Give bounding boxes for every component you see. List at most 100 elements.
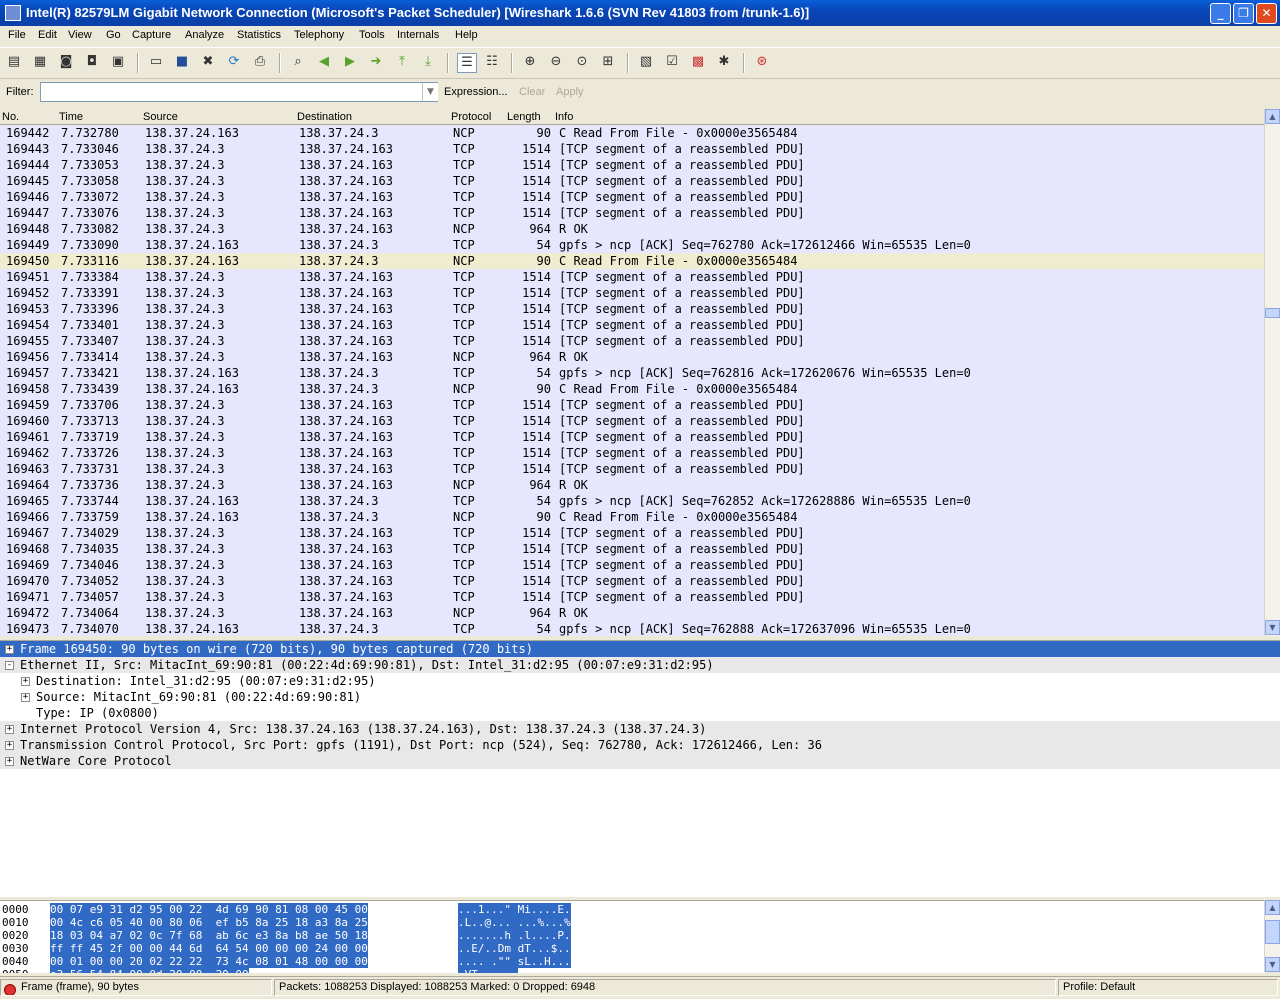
apply-button[interactable]: Apply: [556, 86, 584, 98]
go-forward-icon[interactable]: ▶: [341, 53, 359, 71]
packet-row[interactable]: 169455 7.733407 138.37.24.3 138.37.24.163 TC…: [0, 333, 1264, 349]
packet-row[interactable]: 169469 7.734046 138.37.24.3 138.37.24.163 TC…: [0, 557, 1264, 573]
hex-ascii[interactable]: .L..@... ...%...%: [458, 916, 571, 929]
menu-analyze[interactable]: Analyze: [185, 29, 224, 41]
expand-icon[interactable]: +: [21, 677, 30, 686]
packet-row[interactable]: 169451 7.733384 138.37.24.3 138.37.24.163 TC…: [0, 269, 1264, 285]
packet-row[interactable]: 169472 7.734064 138.37.24.3 138.37.24.163 NC…: [0, 605, 1264, 621]
packet-list-scrollbar[interactable]: ▲ ▼: [1264, 109, 1280, 636]
reload-icon[interactable]: ⟳: [225, 53, 243, 71]
column-no[interactable]: No.: [2, 111, 19, 123]
detail-tree-item[interactable]: + NetWare Core Protocol: [0, 753, 1280, 769]
hex-ascii[interactable]: ..E/..Dm dT...$..: [458, 942, 571, 955]
hex-ascii[interactable]: .VT... .: [458, 968, 518, 973]
close-file-icon[interactable]: ✖: [199, 53, 217, 71]
packet-row[interactable]: 169446 7.733072 138.37.24.3 138.37.24.163 TC…: [0, 189, 1264, 205]
normal-size-icon[interactable]: ⊙: [573, 53, 591, 71]
maximize-button[interactable]: ❐: [1233, 3, 1254, 24]
packet-row[interactable]: 169463 7.733731 138.37.24.3 138.37.24.163 TC…: [0, 461, 1264, 477]
display-filters-icon[interactable]: ☑: [663, 53, 681, 71]
bytes-scroll-down-icon[interactable]: ▼: [1265, 957, 1280, 972]
go-first-icon[interactable]: ⤒: [393, 53, 411, 71]
packet-row[interactable]: 169456 7.733414 138.37.24.3 138.37.24.163 NC…: [0, 349, 1264, 365]
autoscroll-icon[interactable]: ☷: [483, 53, 501, 71]
hex-bytes[interactable]: e3 56 54 84 00 0d 20 00 20 00: [50, 968, 249, 973]
packet-row[interactable]: 169464 7.733736 138.37.24.3 138.37.24.163 NC…: [0, 477, 1264, 493]
packet-row[interactable]: 169444 7.733053 138.37.24.3 138.37.24.163 TC…: [0, 157, 1264, 173]
expand-icon[interactable]: +: [21, 693, 30, 702]
detail-tree-item[interactable]: + Destination: Intel_31:d2:95 (00:07:e9:3…: [0, 673, 1280, 689]
collapse-icon[interactable]: -: [5, 661, 14, 670]
packet-row[interactable]: 169468 7.734035 138.37.24.3 138.37.24.163 TC…: [0, 541, 1264, 557]
packet-row[interactable]: 169462 7.733726 138.37.24.3 138.37.24.163 TC…: [0, 445, 1264, 461]
scroll-thumb[interactable]: [1265, 308, 1280, 318]
clear-button[interactable]: Clear: [519, 86, 545, 98]
hex-bytes[interactable]: 18 03 04 a7 02 0c 7f 68 ab 6c e3 8a b8 a…: [50, 929, 368, 942]
packet-row[interactable]: 169470 7.734052 138.37.24.3 138.37.24.163 TC…: [0, 573, 1264, 589]
interface-list-icon[interactable]: ▤: [5, 53, 23, 71]
packet-row[interactable]: 169452 7.733391 138.37.24.3 138.37.24.163 TC…: [0, 285, 1264, 301]
open-file-icon[interactable]: ▭: [147, 53, 165, 71]
packet-row[interactable]: 169443 7.733046 138.37.24.3 138.37.24.163 TC…: [0, 141, 1264, 157]
zoom-in-icon[interactable]: ⊕: [521, 53, 539, 71]
packet-row[interactable]: 169466 7.733759 138.37.24.163 138.37.24.3 NC…: [0, 509, 1264, 525]
hex-ascii[interactable]: ...1..." Mi....E.: [458, 903, 571, 916]
minimize-button[interactable]: _: [1210, 3, 1231, 24]
capture-filters-icon[interactable]: ▧: [637, 53, 655, 71]
zoom-out-icon[interactable]: ⊖: [547, 53, 565, 71]
colorize-icon[interactable]: ☰: [457, 53, 477, 73]
coloring-rules-icon[interactable]: ▩: [689, 53, 707, 71]
menu-capture[interactable]: Capture: [132, 29, 171, 41]
menu-help[interactable]: Help: [455, 29, 478, 41]
packet-row[interactable]: 169442 7.732780 138.37.24.163 138.37.24.3 NC…: [0, 125, 1264, 141]
detail-tree-item[interactable]: + Frame 169450: 90 bytes on wire (720 bit…: [0, 641, 1280, 657]
bytes-scroll-up-icon[interactable]: ▲: [1265, 900, 1280, 915]
print-icon[interactable]: ⎙: [251, 53, 269, 71]
menu-file[interactable]: File: [8, 29, 26, 41]
expand-icon[interactable]: +: [5, 741, 14, 750]
column-length[interactable]: Length: [507, 111, 541, 123]
detail-tree-item[interactable]: + Internet Protocol Version 4, Src: 138.3…: [0, 721, 1280, 737]
scroll-down-icon[interactable]: ▼: [1265, 620, 1280, 635]
detail-tree-item[interactable]: - Ethernet II, Src: MitacInt_69:90:81 (00…: [0, 657, 1280, 673]
menu-go[interactable]: Go: [106, 29, 121, 41]
packet-row[interactable]: 169454 7.733401 138.37.24.3 138.37.24.163 TC…: [0, 317, 1264, 333]
packet-row[interactable]: 169473 7.734070 138.37.24.163 138.37.24.3 TC…: [0, 621, 1264, 636]
column-source[interactable]: Source: [143, 111, 178, 123]
packet-row[interactable]: 169458 7.733439 138.37.24.163 138.37.24.3 NC…: [0, 381, 1264, 397]
close-button[interactable]: ✕: [1256, 3, 1277, 24]
menu-tools[interactable]: Tools: [359, 29, 385, 41]
packet-row[interactable]: 169459 7.733706 138.37.24.3 138.37.24.163 TC…: [0, 397, 1264, 413]
packet-row[interactable]: 169460 7.733713 138.37.24.3 138.37.24.163 TC…: [0, 413, 1264, 429]
hex-ascii[interactable]: .......h .l....P.: [458, 929, 571, 942]
save-file-icon[interactable]: ■: [173, 53, 191, 71]
packet-row[interactable]: 169453 7.733396 138.37.24.3 138.37.24.163 TC…: [0, 301, 1264, 317]
packet-row[interactable]: 169445 7.733058 138.37.24.3 138.37.24.163 TC…: [0, 173, 1264, 189]
help-icon[interactable]: ⊛: [753, 53, 771, 71]
packet-row[interactable]: 169447 7.733076 138.37.24.3 138.37.24.163 TC…: [0, 205, 1264, 221]
stop-capture-icon[interactable]: ◘: [83, 53, 101, 71]
hex-bytes[interactable]: 00 07 e9 31 d2 95 00 22 4d 69 90 81 08 0…: [50, 903, 368, 916]
restart-capture-icon[interactable]: ▣: [109, 53, 127, 71]
start-capture-icon[interactable]: ◙: [57, 53, 75, 71]
bytes-scrollbar[interactable]: ▲ ▼: [1264, 900, 1280, 972]
bytes-scroll-thumb[interactable]: [1265, 920, 1280, 944]
column-time[interactable]: Time: [59, 111, 83, 123]
capture-options-icon[interactable]: ▦: [31, 53, 49, 71]
scroll-up-icon[interactable]: ▲: [1265, 109, 1280, 124]
packet-row[interactable]: 169448 7.733082 138.37.24.3 138.37.24.163 NC…: [0, 221, 1264, 237]
packet-row[interactable]: 169449 7.733090 138.37.24.163 138.37.24.3 TC…: [0, 237, 1264, 253]
packet-row[interactable]: 169467 7.734029 138.37.24.3 138.37.24.163 TC…: [0, 525, 1264, 541]
expand-icon[interactable]: +: [5, 757, 14, 766]
preferences-icon[interactable]: ✱: [715, 53, 733, 71]
column-destination[interactable]: Destination: [297, 111, 352, 123]
expert-info-icon[interactable]: [4, 984, 16, 995]
packet-row[interactable]: 169461 7.733719 138.37.24.3 138.37.24.163 TC…: [0, 429, 1264, 445]
menu-internals[interactable]: Internals: [397, 29, 439, 41]
expression-button[interactable]: Expression...: [444, 86, 508, 98]
expand-icon[interactable]: +: [5, 645, 14, 654]
hex-bytes[interactable]: ff ff 45 2f 00 00 44 6d 64 54 00 00 00 2…: [50, 942, 368, 955]
detail-tree-item[interactable]: + Source: MitacInt_69:90:81 (00:22:4d:69:…: [0, 689, 1280, 705]
detail-tree-item[interactable]: Type: IP (0x0800): [0, 705, 1280, 721]
menu-view[interactable]: View: [68, 29, 92, 41]
